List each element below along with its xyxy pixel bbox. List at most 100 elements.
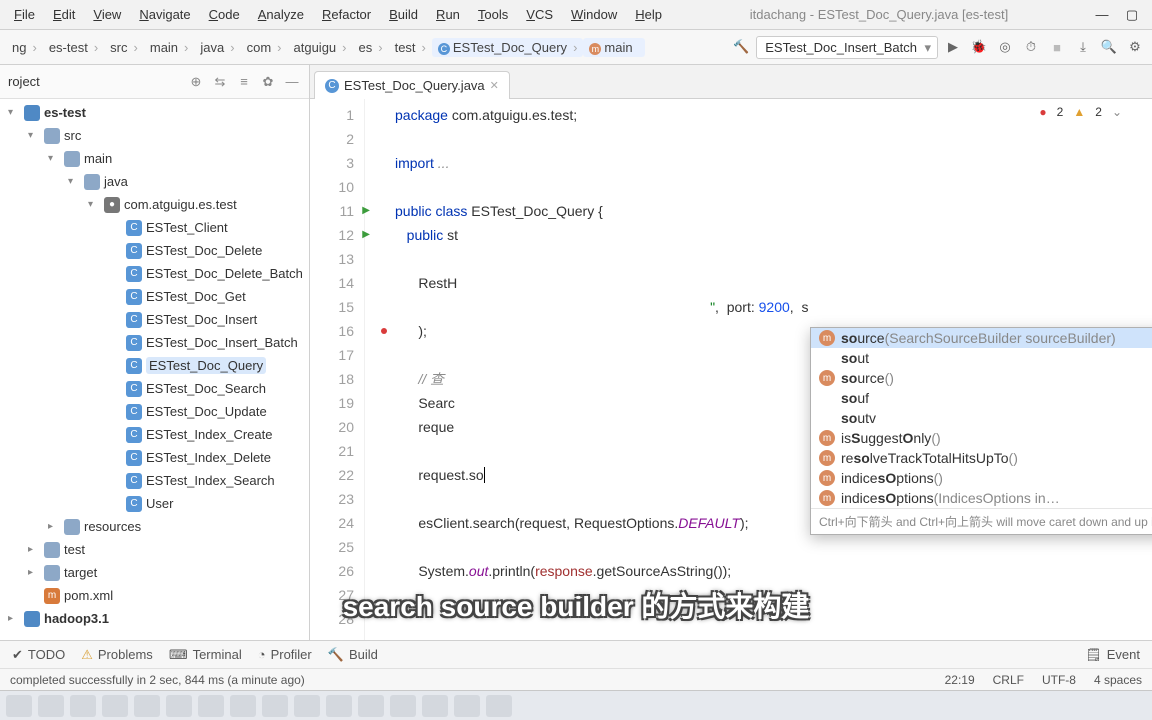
tree-item[interactable]: mpom.xml: [0, 584, 309, 607]
menu-refactor[interactable]: Refactor: [313, 3, 380, 26]
file-encoding[interactable]: UTF-8: [1042, 673, 1076, 687]
tree-item[interactable]: ▾java: [0, 170, 309, 193]
breadcrumb-item[interactable]: es-test: [43, 38, 104, 57]
gutter[interactable]: 1231011▶12▶13141516171819202122232425262…: [310, 99, 365, 640]
menu-file[interactable]: File: [5, 3, 44, 26]
coverage-button[interactable]: ◎: [994, 36, 1016, 58]
menu-navigate[interactable]: Navigate: [130, 3, 199, 26]
tree-item[interactable]: ▾src: [0, 124, 309, 147]
taskbar-app[interactable]: [166, 695, 192, 717]
taskbar-app[interactable]: [262, 695, 288, 717]
editor-tab[interactable]: C ESTest_Doc_Query.java ✕: [314, 71, 510, 99]
tw-build[interactable]: 🔨Build: [328, 647, 378, 663]
vcs-update-button[interactable]: ⤓: [1072, 36, 1094, 58]
breadcrumb-item[interactable]: CESTest_Doc_Query: [432, 38, 584, 57]
menu-tools[interactable]: Tools: [469, 3, 517, 26]
tree-item[interactable]: CESTest_Index_Search: [0, 469, 309, 492]
tw-terminal[interactable]: ⌨Terminal: [169, 647, 242, 663]
tree-item[interactable]: ▸hadoop3.1: [0, 607, 309, 630]
menu-run[interactable]: Run: [427, 3, 469, 26]
debug-button[interactable]: 🐞: [968, 36, 990, 58]
taskbar-app[interactable]: [70, 695, 96, 717]
tw-problems[interactable]: ⚠Problems: [81, 647, 153, 663]
taskbar-app[interactable]: [454, 695, 480, 717]
tree-item[interactable]: CESTest_Index_Delete: [0, 446, 309, 469]
menu-window[interactable]: Window: [562, 3, 626, 26]
editor-body[interactable]: 1231011▶12▶13141516171819202122232425262…: [310, 99, 1152, 640]
tw-eventlog[interactable]: 🗒Event: [1085, 647, 1140, 663]
taskbar-app[interactable]: [6, 695, 32, 717]
taskbar-app[interactable]: [390, 695, 416, 717]
menu-vcs[interactable]: VCS: [517, 3, 562, 26]
inspection-chevron-icon[interactable]: ⌄: [1112, 105, 1122, 119]
taskbar-app[interactable]: [422, 695, 448, 717]
breadcrumb-item[interactable]: java: [194, 38, 240, 57]
profile-button[interactable]: ⏱: [1020, 36, 1042, 58]
stop-button[interactable]: ■: [1046, 36, 1068, 58]
tree-item[interactable]: CESTest_Doc_Insert_Batch: [0, 331, 309, 354]
completion-item[interactable]: soufSystem.out.printf("", expr): [811, 388, 1152, 408]
tw-todo[interactable]: ✔TODO: [12, 647, 65, 663]
breadcrumb-item[interactable]: com: [241, 38, 288, 57]
tree-item[interactable]: CESTest_Doc_Delete: [0, 239, 309, 262]
run-button[interactable]: ▶: [942, 36, 964, 58]
menu-view[interactable]: View: [84, 3, 130, 26]
breadcrumb-item[interactable]: src: [104, 38, 144, 57]
menu-edit[interactable]: Edit: [44, 3, 84, 26]
taskbar-app[interactable]: [294, 695, 320, 717]
expand-all-icon[interactable]: ⇆: [211, 74, 229, 90]
taskbar-app[interactable]: [134, 695, 160, 717]
tree-item[interactable]: CESTest_Doc_Get: [0, 285, 309, 308]
build-button[interactable]: 🔨: [730, 36, 752, 58]
taskbar-app[interactable]: [230, 695, 256, 717]
completion-item[interactable]: soutvSystem.out.println(expr): [811, 408, 1152, 428]
close-tab-icon[interactable]: ✕: [490, 79, 499, 92]
tree-item[interactable]: ▾es-test: [0, 101, 309, 124]
taskbar-app[interactable]: [102, 695, 128, 717]
tw-profiler[interactable]: ◔Profiler: [258, 647, 312, 662]
taskbar-app[interactable]: [38, 695, 64, 717]
breadcrumb-item[interactable]: test: [389, 38, 432, 57]
tree-item[interactable]: ▸test: [0, 538, 309, 561]
ide-settings-button[interactable]: ⚙: [1124, 36, 1146, 58]
taskbar-app[interactable]: [358, 695, 384, 717]
breadcrumb-item[interactable]: es: [353, 38, 389, 57]
breadcrumb-item[interactable]: mmain: [583, 38, 644, 57]
completion-item[interactable]: msource(SearchSourceBuilder sourceBuilde…: [811, 328, 1152, 348]
minimize-button[interactable]: —: [1087, 5, 1117, 25]
os-taskbar[interactable]: [0, 690, 1152, 720]
taskbar-app[interactable]: [198, 695, 224, 717]
completion-item[interactable]: mresolveTrackTotalHitsUpTo()int: [811, 448, 1152, 468]
menu-code[interactable]: Code: [200, 3, 249, 26]
tree-item[interactable]: CESTest_Doc_Delete_Batch: [0, 262, 309, 285]
taskbar-app[interactable]: [486, 695, 512, 717]
completion-item[interactable]: mindicesOptions(IndicesOptions in…Search…: [811, 488, 1152, 508]
tree-item[interactable]: CESTest_Doc_Query: [0, 354, 309, 377]
tree-item[interactable]: CESTest_Client: [0, 216, 309, 239]
completion-item[interactable]: mindicesOptions()IndicesOptions: [811, 468, 1152, 488]
tree-item[interactable]: CESTest_Doc_Update: [0, 400, 309, 423]
taskbar-app[interactable]: [326, 695, 352, 717]
project-tree[interactable]: ▾es-test▾src▾main▾java▾●com.atguigu.es.t…: [0, 99, 309, 640]
select-opened-file-icon[interactable]: ⊕: [187, 74, 205, 90]
search-everywhere-button[interactable]: 🔍: [1098, 36, 1120, 58]
project-header-title[interactable]: roject: [8, 74, 40, 89]
tree-item[interactable]: ▾●com.atguigu.es.test: [0, 193, 309, 216]
line-separator[interactable]: CRLF: [993, 673, 1024, 687]
maximize-button[interactable]: ▢: [1117, 5, 1147, 25]
tree-item[interactable]: ▸resources: [0, 515, 309, 538]
breadcrumb-item[interactable]: ng: [6, 38, 43, 57]
menu-analyze[interactable]: Analyze: [249, 3, 313, 26]
hide-icon[interactable]: —: [283, 74, 301, 89]
indent-mode[interactable]: 4 spaces: [1094, 673, 1142, 687]
breadcrumb-item[interactable]: main: [144, 38, 195, 57]
completion-item[interactable]: msource()SearchSourceBuilder: [811, 368, 1152, 388]
caret-position[interactable]: 22:19: [945, 673, 975, 687]
menu-build[interactable]: Build: [380, 3, 427, 26]
tree-item[interactable]: CESTest_Doc_Search: [0, 377, 309, 400]
tree-item[interactable]: ▸target: [0, 561, 309, 584]
editor-inspection-status[interactable]: ●2 ▲2 ⌄: [1039, 105, 1122, 119]
settings-icon[interactable]: ✿: [259, 74, 277, 90]
tree-item[interactable]: CESTest_Index_Create: [0, 423, 309, 446]
completion-item[interactable]: soutSystem.out.println(expr): [811, 348, 1152, 368]
